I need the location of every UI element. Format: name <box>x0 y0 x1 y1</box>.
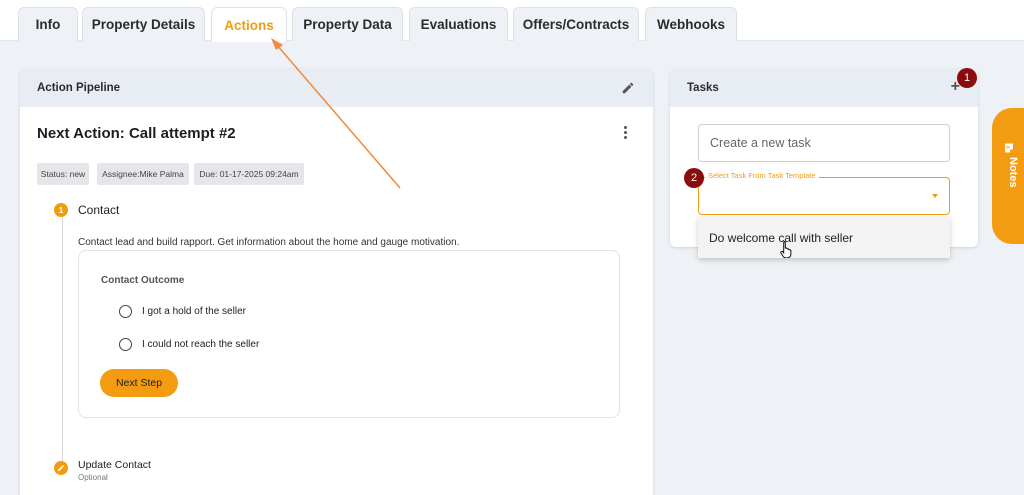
tab-actions[interactable]: Actions <box>211 7 287 42</box>
action-pipeline-header: Action Pipeline <box>20 69 653 107</box>
step-description: Contact lead and build rapport. Get info… <box>78 237 460 248</box>
contact-outcome-title: Contact Outcome <box>101 275 185 286</box>
tab-evaluations[interactable]: Evaluations <box>409 7 508 41</box>
step-number-badge: 1 <box>54 203 68 217</box>
task-template-select[interactable] <box>698 177 950 215</box>
tasks-title: Tasks <box>687 82 719 94</box>
radio-label: I got a hold of the seller <box>142 306 246 317</box>
radio-option-reached[interactable]: I got a hold of the seller <box>119 305 246 318</box>
tab-offers-contracts[interactable]: Offers/Contracts <box>513 7 639 41</box>
tasks-header: Tasks + <box>670 69 978 107</box>
step-title-contact: Contact <box>78 203 120 217</box>
notes-label: Notes <box>1007 157 1019 188</box>
due-chip: Due: 01-17-2025 09:24am <box>194 163 304 185</box>
next-action-title: Next Action: Call attempt #2 <box>37 125 236 142</box>
radio-circle[interactable] <box>119 338 132 351</box>
status-chip: Status: new <box>37 163 89 185</box>
assignee-chip: Assignee:Mike Palma <box>97 163 189 185</box>
task-template-dropdown: Do welcome call with seller <box>698 217 950 258</box>
task-template-label: Select Task From Task Template <box>705 171 819 180</box>
next-step-button[interactable]: Next Step <box>100 369 178 397</box>
radio-option-not-reached[interactable]: I could not reach the seller <box>119 338 259 351</box>
tab-property-data[interactable]: Property Data <box>292 7 403 41</box>
more-options-icon[interactable] <box>622 126 628 142</box>
pencil-step-badge <box>54 461 68 475</box>
action-pipeline-card: Action Pipeline Next Action: Call attemp… <box>20 69 653 495</box>
note-icon <box>1005 143 1013 153</box>
annotation-marker-2: 2 <box>684 168 704 188</box>
annotation-marker-1: 1 <box>957 68 977 88</box>
new-task-input[interactable] <box>698 124 950 162</box>
tab-webhooks[interactable]: Webhooks <box>645 7 737 41</box>
step-title-update-contact: Update Contact <box>78 459 151 471</box>
tab-property-details[interactable]: Property Details <box>82 7 205 41</box>
tab-info[interactable]: Info <box>18 7 78 41</box>
timeline-line <box>62 215 63 465</box>
pencil-icon[interactable] <box>621 81 635 95</box>
tab-bar: Info Property Details Actions Property D… <box>0 0 1024 42</box>
hand-cursor-icon <box>780 241 792 258</box>
pencil-icon <box>58 464 65 471</box>
notes-side-tab[interactable]: Notes <box>992 108 1024 244</box>
dropdown-option[interactable]: Do welcome call with seller <box>698 217 950 258</box>
radio-label: I could not reach the seller <box>142 339 260 350</box>
action-pipeline-title: Action Pipeline <box>37 82 121 94</box>
radio-circle[interactable] <box>119 305 132 318</box>
step-subtitle: Optional <box>78 473 108 482</box>
contact-outcome-box: Contact Outcome I got a hold of the sell… <box>78 250 620 418</box>
caret-down-icon[interactable] <box>932 194 938 198</box>
